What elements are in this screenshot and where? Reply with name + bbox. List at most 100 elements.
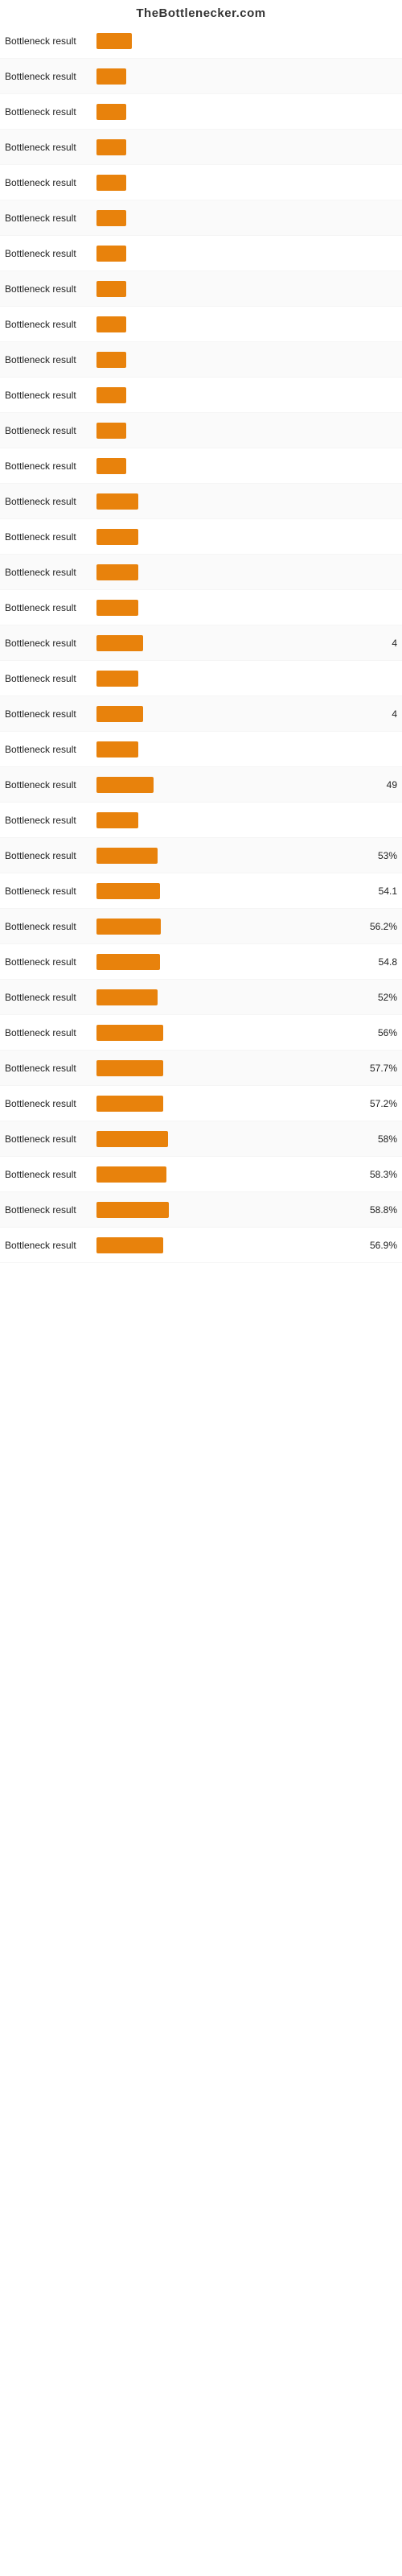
bar-cell: Bottleneck result — [5, 104, 397, 120]
bar — [96, 33, 132, 49]
bottleneck-label: Bottleneck result — [5, 708, 93, 720]
table-row: Bottleneck result 56.2% — [0, 909, 402, 944]
bottleneck-label: Bottleneck result — [5, 35, 93, 47]
bar-value: 58% — [378, 1133, 397, 1145]
bar-container — [96, 493, 392, 510]
bar-container — [96, 1060, 365, 1076]
bottleneck-label: Bottleneck result — [5, 850, 93, 861]
bar — [96, 281, 126, 297]
bar-container — [96, 104, 392, 120]
bar — [96, 919, 161, 935]
bar-container — [96, 316, 392, 332]
table-row: Bottleneck result — [0, 590, 402, 625]
bar-container — [96, 387, 392, 403]
bottleneck-label: Bottleneck result — [5, 744, 93, 755]
bar — [96, 352, 126, 368]
bar-cell: Bottleneck result — [5, 564, 397, 580]
table-row: Bottleneck result56% — [0, 1015, 402, 1051]
bar-cell: Bottleneck result — [5, 600, 397, 616]
bar-container — [96, 529, 392, 545]
bar — [96, 989, 158, 1005]
table-row: Bottleneck result — [0, 200, 402, 236]
bar-value: 56.2% — [370, 921, 397, 932]
table-row: Bottleneck result49 — [0, 767, 402, 803]
bar-value: 57.7% — [370, 1063, 397, 1074]
table-row: Bottleneck result58.3% — [0, 1157, 402, 1192]
bar — [96, 529, 138, 545]
bar-cell: Bottleneck result57.2% — [5, 1096, 397, 1112]
bottleneck-label: Bottleneck result — [5, 319, 93, 330]
bar-cell: Bottleneck result56% — [5, 1025, 397, 1041]
bottleneck-label: Bottleneck result — [5, 815, 93, 826]
bottleneck-label: Bottleneck result — [5, 779, 93, 791]
bar-container — [96, 1131, 373, 1147]
bar-cell: Bottleneck result58% — [5, 1131, 397, 1147]
bar-container — [96, 68, 392, 85]
bar-cell: Bottleneck result — [5, 671, 397, 687]
bottleneck-label: Bottleneck result — [5, 1169, 93, 1180]
bar-value: 54.1 — [379, 886, 397, 897]
bar-cell: Bottleneck result — [5, 68, 397, 85]
bar-cell: Bottleneck result58.3% — [5, 1166, 397, 1183]
bar-cell: Bottleneck result — [5, 423, 397, 439]
bottleneck-label: Bottleneck result — [5, 921, 93, 932]
bar — [96, 1166, 166, 1183]
table-row: Bottleneck result56.9% — [0, 1228, 402, 1263]
bar-cell: Bottleneck result — [5, 741, 397, 758]
bar — [96, 387, 126, 403]
bottleneck-label: Bottleneck result — [5, 248, 93, 259]
bottleneck-label: Bottleneck result — [5, 283, 93, 295]
bottleneck-label: Bottleneck result — [5, 460, 93, 472]
bar-cell: Bottleneck result — [5, 210, 397, 226]
bar — [96, 493, 138, 510]
bar-cell: Bottleneck result — [5, 352, 397, 368]
bar — [96, 458, 126, 474]
bar-cell: Bottleneck result — [5, 493, 397, 510]
table-row: Bottleneck result54.1 — [0, 873, 402, 909]
bar-container — [96, 706, 387, 722]
bar — [96, 139, 126, 155]
table-row: Bottleneck result — [0, 803, 402, 838]
bar-container — [96, 1096, 365, 1112]
table-row: Bottleneck result58% — [0, 1121, 402, 1157]
table-row: Bottleneck result — [0, 342, 402, 378]
bar-cell: Bottleneck result56.9% — [5, 1237, 397, 1253]
bar-container — [96, 883, 374, 899]
bar-cell: Bottleneck result — [5, 387, 397, 403]
bar — [96, 635, 143, 651]
bar-container — [96, 600, 392, 616]
table-row: Bottleneck result57.2% — [0, 1086, 402, 1121]
bar-value: 56% — [378, 1027, 397, 1038]
table-row: Bottleneck result — [0, 378, 402, 413]
bar-container — [96, 635, 387, 651]
bar — [96, 600, 138, 616]
bottleneck-label: Bottleneck result — [5, 496, 93, 507]
bar — [96, 1025, 163, 1041]
table-row: Bottleneck result — [0, 732, 402, 767]
table-row: Bottleneck result — [0, 165, 402, 200]
bottleneck-label: Bottleneck result — [5, 567, 93, 578]
bar-container — [96, 139, 392, 155]
table-row: Bottleneck result — [0, 661, 402, 696]
bar-container — [96, 1166, 365, 1183]
bottleneck-label: Bottleneck result — [5, 638, 93, 649]
bar — [96, 564, 138, 580]
bar-cell: Bottleneck result54.1 — [5, 883, 397, 899]
table-row: Bottleneck result — [0, 94, 402, 130]
table-row: Bottleneck result54.8 — [0, 944, 402, 980]
table-row: Bottleneck result52% — [0, 980, 402, 1015]
bottleneck-label: Bottleneck result — [5, 390, 93, 401]
bar — [96, 706, 143, 722]
bar-value: 53% — [378, 850, 397, 861]
bar-container — [96, 175, 392, 191]
bar-cell: Bottleneck result52% — [5, 989, 397, 1005]
table-row: Bottleneck result — [0, 23, 402, 59]
bar-value: 56.9% — [370, 1240, 397, 1251]
bar — [96, 883, 160, 899]
bar — [96, 777, 154, 793]
bar — [96, 1060, 163, 1076]
table-row: Bottleneck result58.8% — [0, 1192, 402, 1228]
bar-container — [96, 741, 392, 758]
bar-value: 4 — [392, 638, 397, 649]
bar — [96, 848, 158, 864]
